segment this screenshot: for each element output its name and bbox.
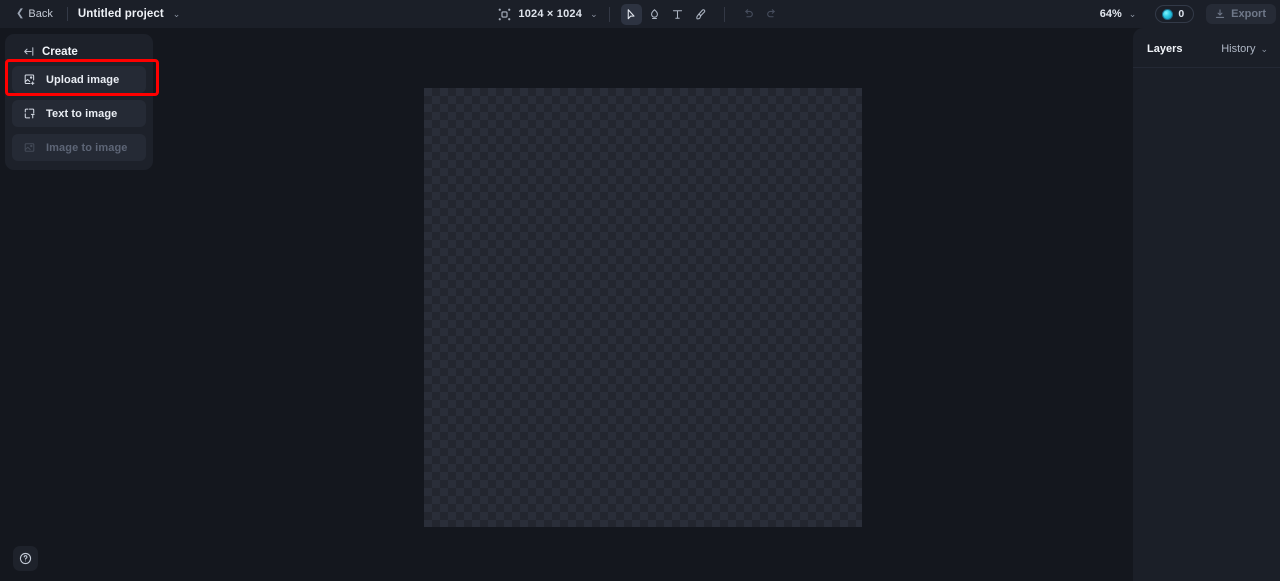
toolbar-divider: [608, 6, 610, 22]
credits-badge[interactable]: 0: [1155, 5, 1195, 23]
create-panel: Create Upload image Text to image Image …: [5, 34, 159, 170]
undo-icon: [744, 8, 753, 17]
canvas-area[interactable]: [153, 28, 1133, 581]
toolbar-divider-2: [723, 6, 725, 22]
brush-tool-button[interactable]: [690, 4, 711, 25]
zoom-control[interactable]: 64% ⌄: [1095, 5, 1142, 23]
text-to-image-label: Text to image: [46, 107, 118, 120]
credit-coin-icon: [1162, 8, 1174, 20]
image-to-image-label: Image to image: [46, 141, 128, 154]
create-panel-header: Create: [12, 41, 146, 66]
chevron-down-icon[interactable]: ⌄: [173, 9, 181, 20]
select-tool-button[interactable]: [620, 3, 642, 25]
redo-icon: [766, 8, 775, 17]
right-panel-tabs: Layers History ⌄: [1133, 28, 1280, 68]
chevron-down-icon: ⌄: [1128, 8, 1137, 19]
help-circle-icon: [19, 552, 32, 565]
brush-icon: [695, 8, 705, 19]
header-left-group: ❮ Back Untitled project ⌄: [0, 5, 180, 23]
chevron-down-icon: ⌄: [1260, 43, 1268, 54]
header-right-group: 64% ⌄ 0 Export: [1095, 0, 1280, 28]
app-root: ❮ Back Untitled project ⌄ 1024 × 1024 ⌄: [0, 0, 1280, 581]
help-button[interactable]: [13, 546, 38, 571]
back-button-label: Back: [28, 8, 53, 20]
export-button-label: Export: [1231, 8, 1266, 20]
download-icon: [1216, 9, 1225, 18]
export-button[interactable]: Export: [1206, 4, 1276, 24]
upload-image-label: Upload image: [46, 73, 120, 86]
upload-image-button[interactable]: Upload image: [5, 59, 159, 96]
undo-button[interactable]: [738, 4, 759, 25]
create-panel-title: Create: [42, 45, 78, 58]
right-panel: Layers History ⌄: [1133, 28, 1280, 581]
top-header-bar: ❮ Back Untitled project ⌄ 1024 × 1024 ⌄: [0, 0, 1280, 28]
cursor-icon: [627, 8, 635, 19]
canvas-artboard[interactable]: [424, 88, 862, 527]
header-divider: [66, 7, 68, 21]
text-tool-button[interactable]: [667, 4, 688, 25]
zoom-level-value: 64%: [1099, 8, 1122, 20]
text-to-image-button[interactable]: Text to image: [12, 100, 146, 127]
toolbar: [620, 3, 782, 25]
text-icon: [672, 9, 682, 19]
redo-button[interactable]: [761, 4, 782, 25]
text-to-image-icon: [24, 108, 35, 119]
project-name[interactable]: Untitled project: [78, 8, 164, 20]
header-center-group: 1024 × 1024 ⌄: [0, 0, 1280, 28]
image-to-image-icon: [24, 143, 35, 152]
stamp-icon: [650, 8, 658, 19]
tab-history-label: History: [1221, 43, 1256, 55]
tab-history[interactable]: History ⌄: [1221, 43, 1268, 55]
back-button[interactable]: ❮ Back: [12, 5, 57, 23]
canvas-size-control[interactable]: 1024 × 1024 ⌄: [498, 8, 598, 21]
tab-layers[interactable]: Layers: [1147, 43, 1182, 55]
chevron-left-icon: ❮: [16, 8, 25, 19]
stamp-tool-button[interactable]: [644, 4, 665, 25]
image-to-image-button: Image to image: [12, 134, 146, 161]
canvas-size-value: 1024 × 1024: [518, 8, 583, 20]
image-upload-icon: [24, 74, 35, 86]
credits-count: 0: [1178, 8, 1185, 20]
frame-size-icon: [498, 8, 511, 20]
collapse-panel-icon[interactable]: [22, 45, 35, 58]
chevron-down-icon: ⌄: [590, 8, 598, 19]
